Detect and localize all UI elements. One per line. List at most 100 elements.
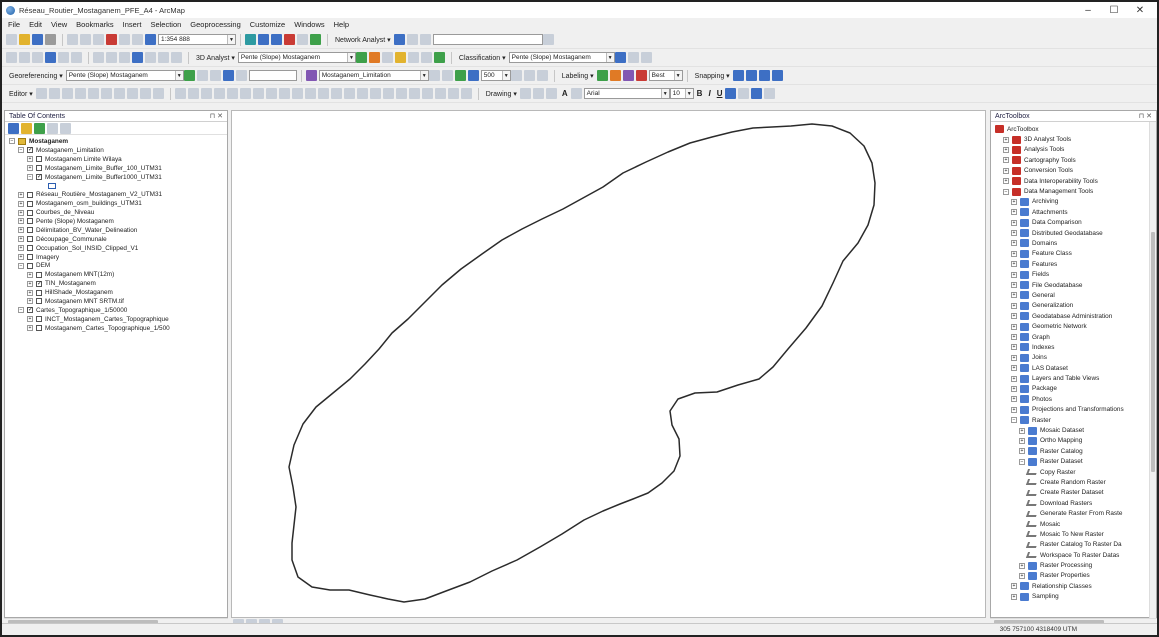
layer-visibility-checkbox[interactable] (36, 325, 42, 332)
toolbox-toolset-item[interactable]: + Ortho Mapping (991, 436, 1156, 446)
toolbox-toolset-item[interactable]: + LAS Dataset (991, 363, 1156, 373)
layer-visibility-checkbox[interactable]: ✓ (27, 307, 33, 314)
edit-annotation-icon[interactable] (48, 88, 60, 99)
label-manager-icon[interactable] (596, 70, 608, 81)
expand-icon[interactable]: + (1019, 427, 1025, 434)
toolbox-tool-item[interactable]: Create Raster Dataset (991, 488, 1156, 498)
shift-icon[interactable] (209, 70, 221, 81)
arcglobe-icon[interactable] (433, 52, 445, 63)
menu-insert[interactable]: Insert (123, 20, 142, 29)
toolbox-toolset-item[interactable]: − Data Management Tools (991, 186, 1156, 196)
forward-icon[interactable] (106, 52, 117, 63)
layer-visibility-checkbox[interactable] (36, 156, 42, 163)
toolbox-toolset-item[interactable]: + Mosaic Dataset (991, 425, 1156, 435)
rotate-elements-icon[interactable] (532, 88, 544, 99)
toc-layer-row[interactable]: + Imagery (5, 253, 227, 262)
viewer-icon[interactable] (235, 70, 247, 81)
expand-icon[interactable]: + (27, 325, 33, 332)
flicker-rate-combo[interactable]: 500 ▼ (480, 70, 511, 81)
fillet-icon[interactable] (213, 88, 225, 99)
toolbox-tool-item[interactable]: Workspace To Raster Datas (991, 550, 1156, 560)
toc-layer-row[interactable]: + INCT_Mostaganem_Cartes_Topographique (5, 315, 227, 324)
attributes-icon[interactable] (126, 88, 138, 99)
toolbox-toolset-item[interactable]: + Graph (991, 332, 1156, 342)
new-icon[interactable] (6, 34, 17, 45)
toc-layer-row[interactable]: + ✓ TIN_Mostaganem (5, 279, 227, 288)
font-combo[interactable]: Arial ▼ (583, 88, 670, 99)
expand-icon[interactable]: + (1011, 334, 1017, 340)
network-analyst-menu[interactable]: Network Analyst ▾ (335, 36, 391, 44)
toc-options-icon[interactable] (60, 122, 71, 134)
collapse-icon[interactable]: − (9, 138, 15, 145)
smooth-icon[interactable] (291, 88, 303, 99)
layer-visibility-checkbox[interactable] (27, 227, 33, 234)
profile-graph-icon[interactable] (407, 52, 419, 63)
copy-icon[interactable] (80, 34, 91, 45)
toc-layer-row[interactable]: + Occupation_Sol_INSID_Clipped_V1 (5, 244, 227, 253)
toolbox-toolset-item[interactable]: + Features (991, 259, 1156, 269)
toolbox-tool-item[interactable]: Raster Catalog To Raster Da (991, 540, 1156, 550)
layer-visibility-checkbox[interactable]: ✓ (36, 280, 42, 287)
collapse-icon[interactable]: − (18, 147, 24, 154)
maximize-button[interactable]: ☐ (1101, 2, 1127, 18)
font-size-combo[interactable]: 10 ▼ (669, 88, 694, 99)
toolbox-toolset-item[interactable]: + Data Interoperability Tools (991, 176, 1156, 186)
toolbox-toolset-item[interactable]: +3D Analyst Tools (991, 134, 1156, 144)
font-color-icon[interactable] (725, 88, 737, 99)
layer-visibility-checkbox[interactable] (27, 262, 33, 269)
undo-icon[interactable] (119, 34, 130, 45)
add-control-points-icon[interactable] (183, 70, 195, 81)
construct-features-icon[interactable] (304, 88, 316, 99)
toolbox-toolset-item[interactable]: + Raster Processing (991, 560, 1156, 570)
menu-windows[interactable]: Windows (294, 20, 324, 29)
toc-layer-row[interactable]: + Mostaganem_Limite_Buffer_100_UTM31 (5, 164, 227, 173)
arctoolbox-pin-close-icon[interactable]: ⊓ ✕ (1139, 112, 1152, 120)
vertex-snapping-icon[interactable] (758, 70, 770, 81)
select-elements-icon[interactable] (519, 88, 531, 99)
menu-geoprocessing[interactable]: Geoprocessing (190, 20, 240, 29)
toc-layer-row[interactable]: − Mostaganem (5, 137, 227, 146)
expand-icon[interactable]: + (18, 218, 24, 225)
expand-icon[interactable]: + (1011, 354, 1017, 361)
rectangle-icon[interactable] (545, 88, 557, 99)
toc-layer-row[interactable]: − ✓ Mostaganem_Limitation (5, 146, 227, 155)
edit-vertices-icon[interactable] (570, 88, 582, 99)
line-color-icon[interactable] (751, 88, 763, 99)
expand-icon[interactable]: + (1011, 313, 1017, 320)
toolbox-tool-item[interactable]: Generate Raster From Raste (991, 508, 1156, 518)
toc-layer-row[interactable]: + Mostaganem MNT(12m) (5, 270, 227, 279)
add-data-icon[interactable] (145, 34, 156, 45)
expand-icon[interactable]: + (1011, 396, 1017, 403)
toolbox-toolset-item[interactable]: − Raster (991, 415, 1156, 425)
full-extent-icon[interactable] (45, 52, 56, 63)
toolbox-toolset-item[interactable]: + Domains (991, 238, 1156, 248)
python-icon[interactable] (297, 34, 308, 45)
menu-help[interactable]: Help (334, 20, 349, 29)
toc-layer-row[interactable]: − ✓ Cartes_Topographique_1/50000 (5, 306, 227, 315)
toc-layer-row[interactable]: + Mostaganem Limite Wilaya (5, 155, 227, 164)
editor-toolbar-icon[interactable] (245, 34, 256, 45)
parcel-icon[interactable] (369, 88, 381, 99)
menu-customize[interactable]: Customize (250, 20, 285, 29)
toolbox-toolset-item[interactable]: + Feature Class (991, 249, 1156, 259)
layer-visibility-checkbox[interactable]: ✓ (27, 147, 33, 154)
expand-icon[interactable]: + (1011, 593, 1017, 600)
network-layer-field[interactable] (432, 34, 543, 45)
toc-layer-row[interactable]: + Courbes_de_Niveau (5, 208, 227, 217)
toolbox-tool-item[interactable]: Mosaic (991, 519, 1156, 529)
expand-icon[interactable]: + (1003, 136, 1009, 143)
cogo-icon[interactable] (356, 88, 368, 99)
toolbox-toolset-item[interactable]: + Data Comparison (991, 218, 1156, 228)
collapse-icon[interactable]: − (18, 262, 24, 269)
sketch-properties-icon[interactable] (139, 88, 151, 99)
menu-selection[interactable]: Selection (150, 20, 181, 29)
expand-icon[interactable]: + (1011, 583, 1017, 590)
back-icon[interactable] (93, 52, 104, 63)
expand-icon[interactable]: + (1011, 209, 1017, 216)
collapse-icon[interactable]: − (1003, 188, 1009, 195)
layer-visibility-checkbox[interactable] (36, 298, 42, 305)
trim-icon[interactable] (239, 88, 251, 99)
layer-visibility-checkbox[interactable] (27, 245, 33, 252)
schematic-icon[interactable] (460, 88, 472, 99)
toolbox-toolset-item[interactable]: + Distributed Geodatabase (991, 228, 1156, 238)
